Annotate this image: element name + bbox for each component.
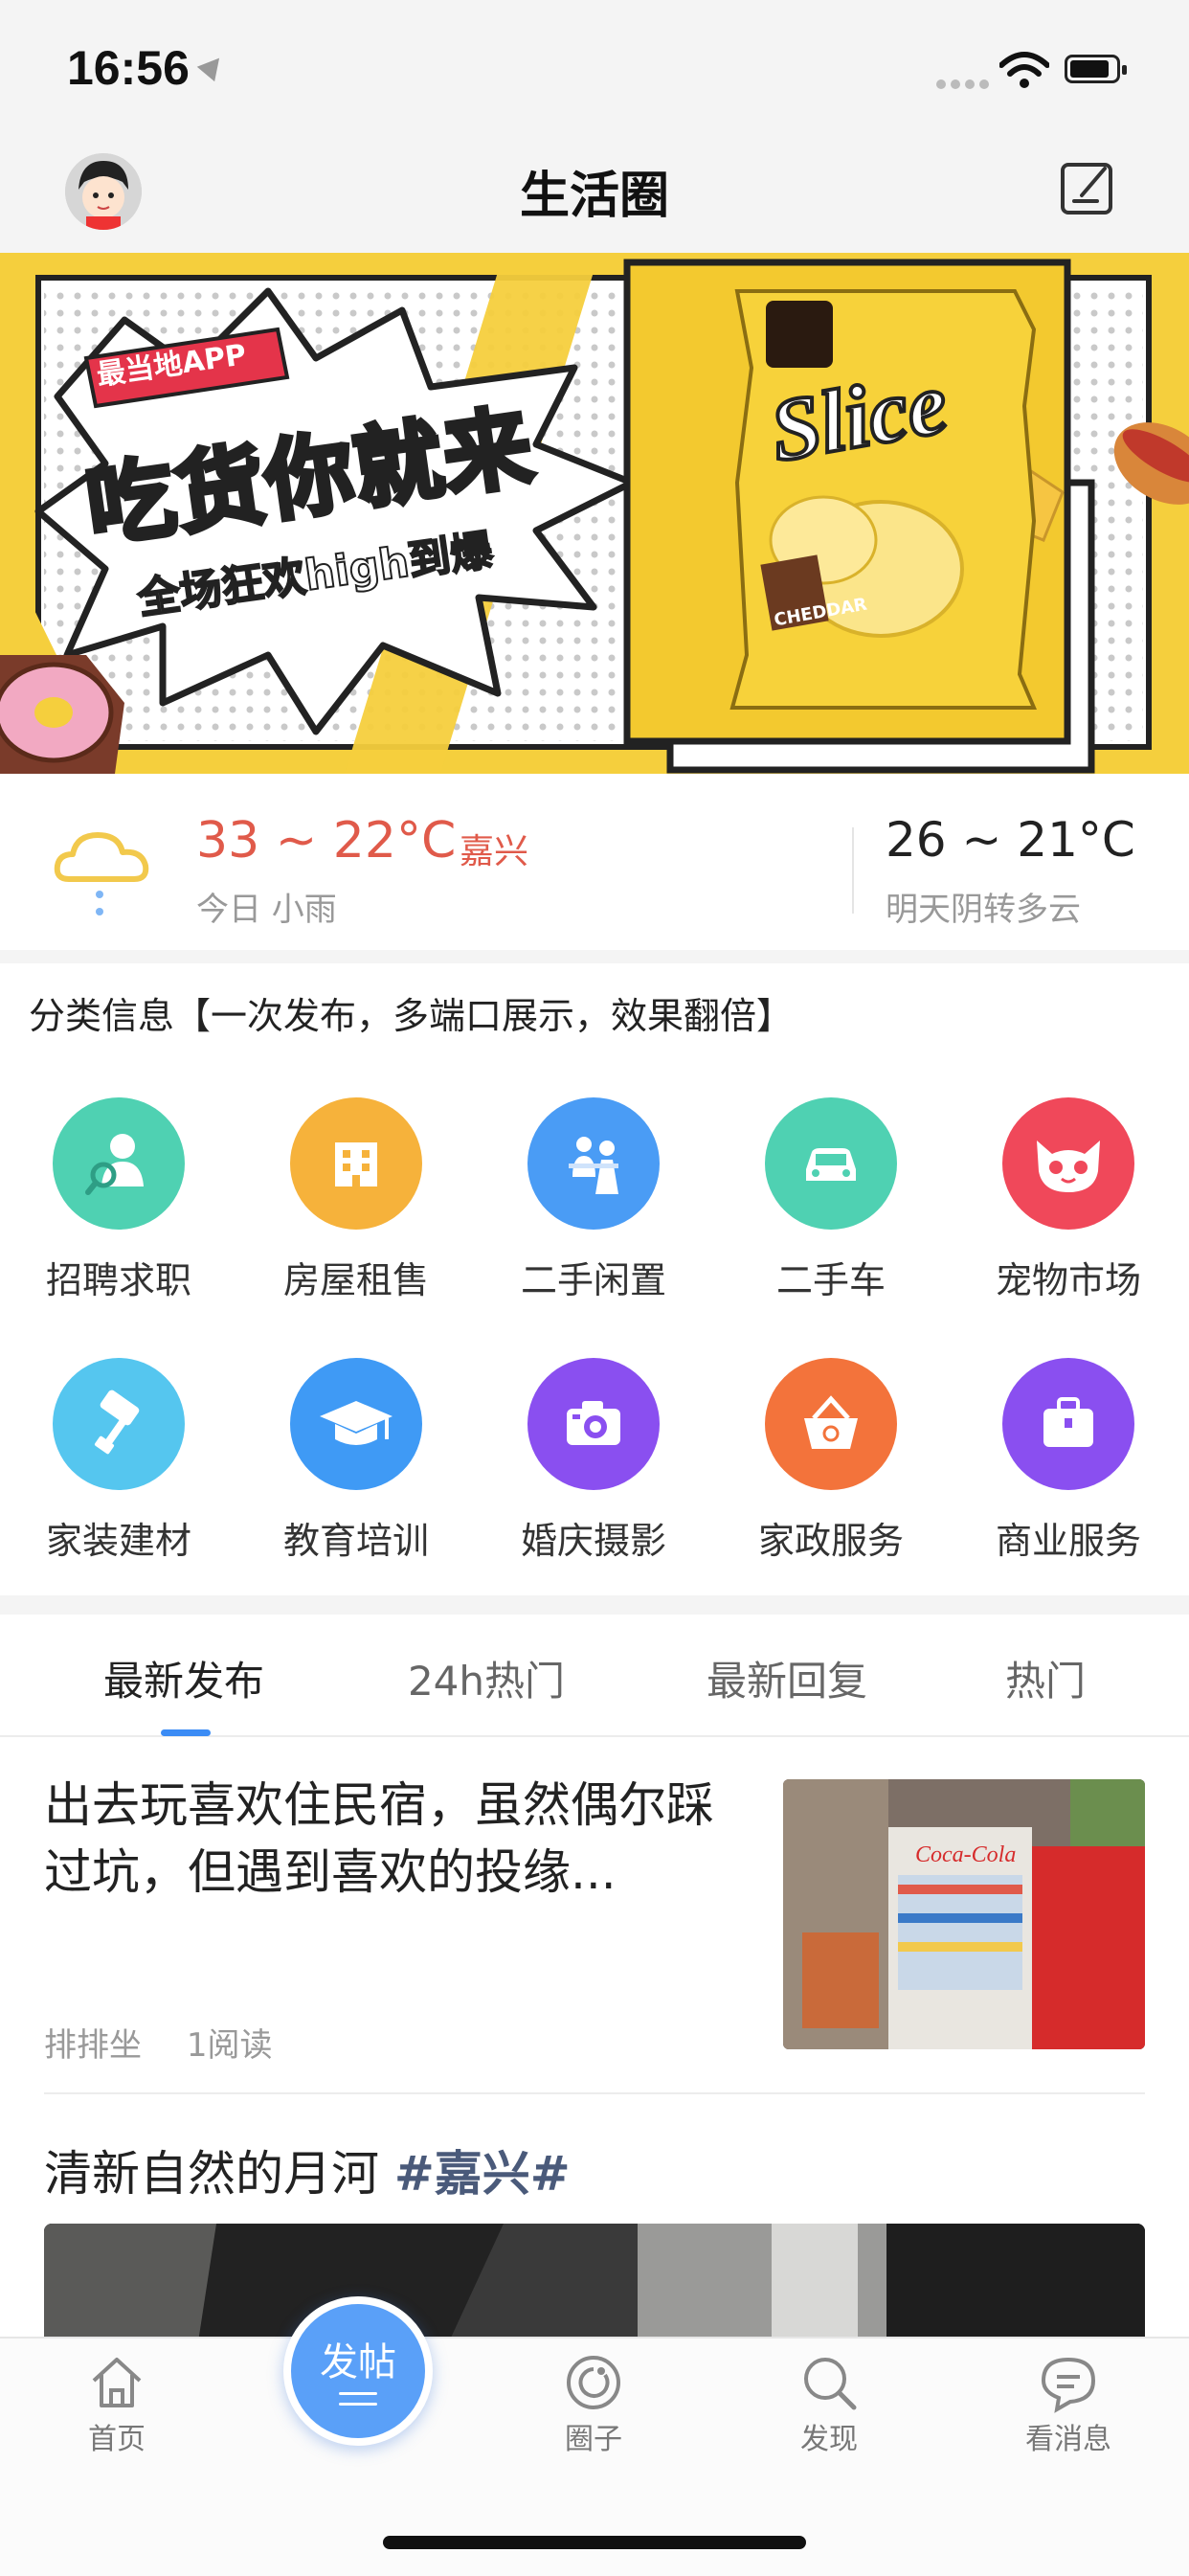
tabbar-circle[interactable]: 圈子 (527, 2352, 661, 2457)
active-tab-indicator (161, 1729, 211, 1736)
post-button-label: 发帖 (320, 2340, 396, 2384)
category-label: 招聘求职 (45, 1259, 191, 1301)
category-pets[interactable]: 宠物市场 (950, 1097, 1187, 1303)
post-title[interactable]: 清新自然的月河 #嘉兴# (44, 2135, 571, 2204)
home-indicator (383, 2536, 806, 2549)
menu-lines-icon (339, 2392, 377, 2406)
post-author[interactable]: 排排坐 (44, 2026, 142, 2065)
home-icon (92, 2358, 142, 2407)
category-business[interactable]: 商业服务 (950, 1358, 1187, 1564)
post-title-text: 清新自然的月河 (44, 2146, 394, 2202)
paint-roller-icon (53, 1358, 185, 1490)
category-label: 二手闲置 (520, 1259, 666, 1301)
category-education[interactable]: 教育培训 (237, 1358, 475, 1564)
rain-cloud-icon (54, 832, 149, 915)
category-label: 家政服务 (757, 1520, 904, 1562)
tabbar-messages-label: 看消息 (1025, 2423, 1111, 2456)
circle-icon (567, 2356, 620, 2409)
post-thumbnail[interactable]: Coca-Cola (783, 1779, 1145, 2049)
post-image[interactable] (44, 2224, 1145, 2348)
tabbar-messages[interactable]: 看消息 (1001, 2352, 1135, 2457)
tabbar-circle-label: 圈子 (565, 2423, 622, 2456)
post-title[interactable]: 出去玩喜欢住民宿，虽然偶尔踩过坑，但遇到喜欢的投缘... (44, 1772, 733, 1906)
tomorrow-temperature: 26 ~ 21°C (886, 812, 1135, 868)
category-label: 教育培训 (282, 1520, 429, 1562)
category-secondhand[interactable]: 二手闲置 (475, 1097, 712, 1303)
tab-24h-hot[interactable]: 24h热门 (343, 1649, 630, 1707)
tab-latest[interactable]: 最新发布 (40, 1649, 327, 1707)
tomorrow-condition: 明天阴转多云 (886, 891, 1081, 929)
wifi-icon (999, 52, 1049, 88)
signal-icon (936, 75, 994, 93)
post-photo (44, 2224, 1145, 2348)
post-read-count: 1阅读 (186, 2026, 273, 2065)
compose-icon[interactable] (1059, 159, 1116, 216)
category-jobs[interactable]: 招聘求职 (0, 1097, 237, 1303)
building-icon (290, 1097, 422, 1230)
weather-divider (852, 827, 854, 914)
category-label: 宠物市场 (995, 1259, 1141, 1301)
weather-city: 嘉兴 (460, 832, 529, 871)
cat-icon (1002, 1097, 1134, 1230)
secondhand-trade-icon (527, 1097, 660, 1230)
message-bubble-icon (1041, 2357, 1096, 2413)
tab-latest-reply[interactable]: 最新回复 (643, 1649, 931, 1707)
basket-icon (765, 1358, 897, 1490)
tabbar-discover-label: 发现 (800, 2423, 858, 2456)
category-housing[interactable]: 房屋租售 (237, 1097, 475, 1303)
search-icon (804, 2358, 857, 2410)
page-title: 生活圈 (519, 168, 669, 225)
post-meta: 排排坐 1阅读 (44, 2019, 306, 2066)
promo-banner[interactable]: 最当地APP 吃货你就来 全场狂欢high到爆 Slice CHEDDAR (0, 253, 1189, 774)
category-label: 商业服务 (995, 1520, 1141, 1562)
tabbar-discover[interactable]: 发现 (762, 2352, 896, 2457)
camera-icon (527, 1358, 660, 1490)
car-icon (765, 1097, 897, 1230)
category-label: 房屋租售 (282, 1259, 429, 1301)
thumb-brand-text: Coca-Cola (915, 1842, 1017, 1867)
post-topic-tag[interactable]: #嘉兴# (394, 2146, 571, 2202)
battery-icon (1065, 55, 1127, 83)
job-search-icon (53, 1097, 185, 1230)
category-housekeeping[interactable]: 家政服务 (712, 1358, 950, 1564)
category-section-title: 分类信息【一次发布，多端口展示，效果翻倍】 (29, 995, 794, 1037)
tabbar-home-label: 首页 (88, 2423, 146, 2456)
vending-machine-image (783, 1779, 1145, 2049)
post-button[interactable]: 发帖 (283, 2296, 433, 2446)
status-time: 16:56 (67, 41, 190, 95)
category-label: 家装建材 (45, 1520, 191, 1562)
today-condition: 今日 小雨 (196, 891, 337, 929)
briefcase-icon (1002, 1358, 1134, 1490)
feed-divider (44, 2092, 1145, 2094)
category-home-decor[interactable]: 家装建材 (0, 1358, 237, 1564)
category-label: 婚庆摄影 (520, 1520, 666, 1562)
category-used-car[interactable]: 二手车 (712, 1097, 950, 1303)
tabbar-home[interactable]: 首页 (50, 2352, 184, 2457)
category-wedding-photo[interactable]: 婚庆摄影 (475, 1358, 712, 1564)
graduation-cap-icon (290, 1358, 422, 1490)
category-label: 二手车 (775, 1259, 886, 1301)
tab-hot[interactable]: 热门 (902, 1649, 1189, 1707)
today-temperature: 33 ~ 22°C (196, 812, 457, 870)
